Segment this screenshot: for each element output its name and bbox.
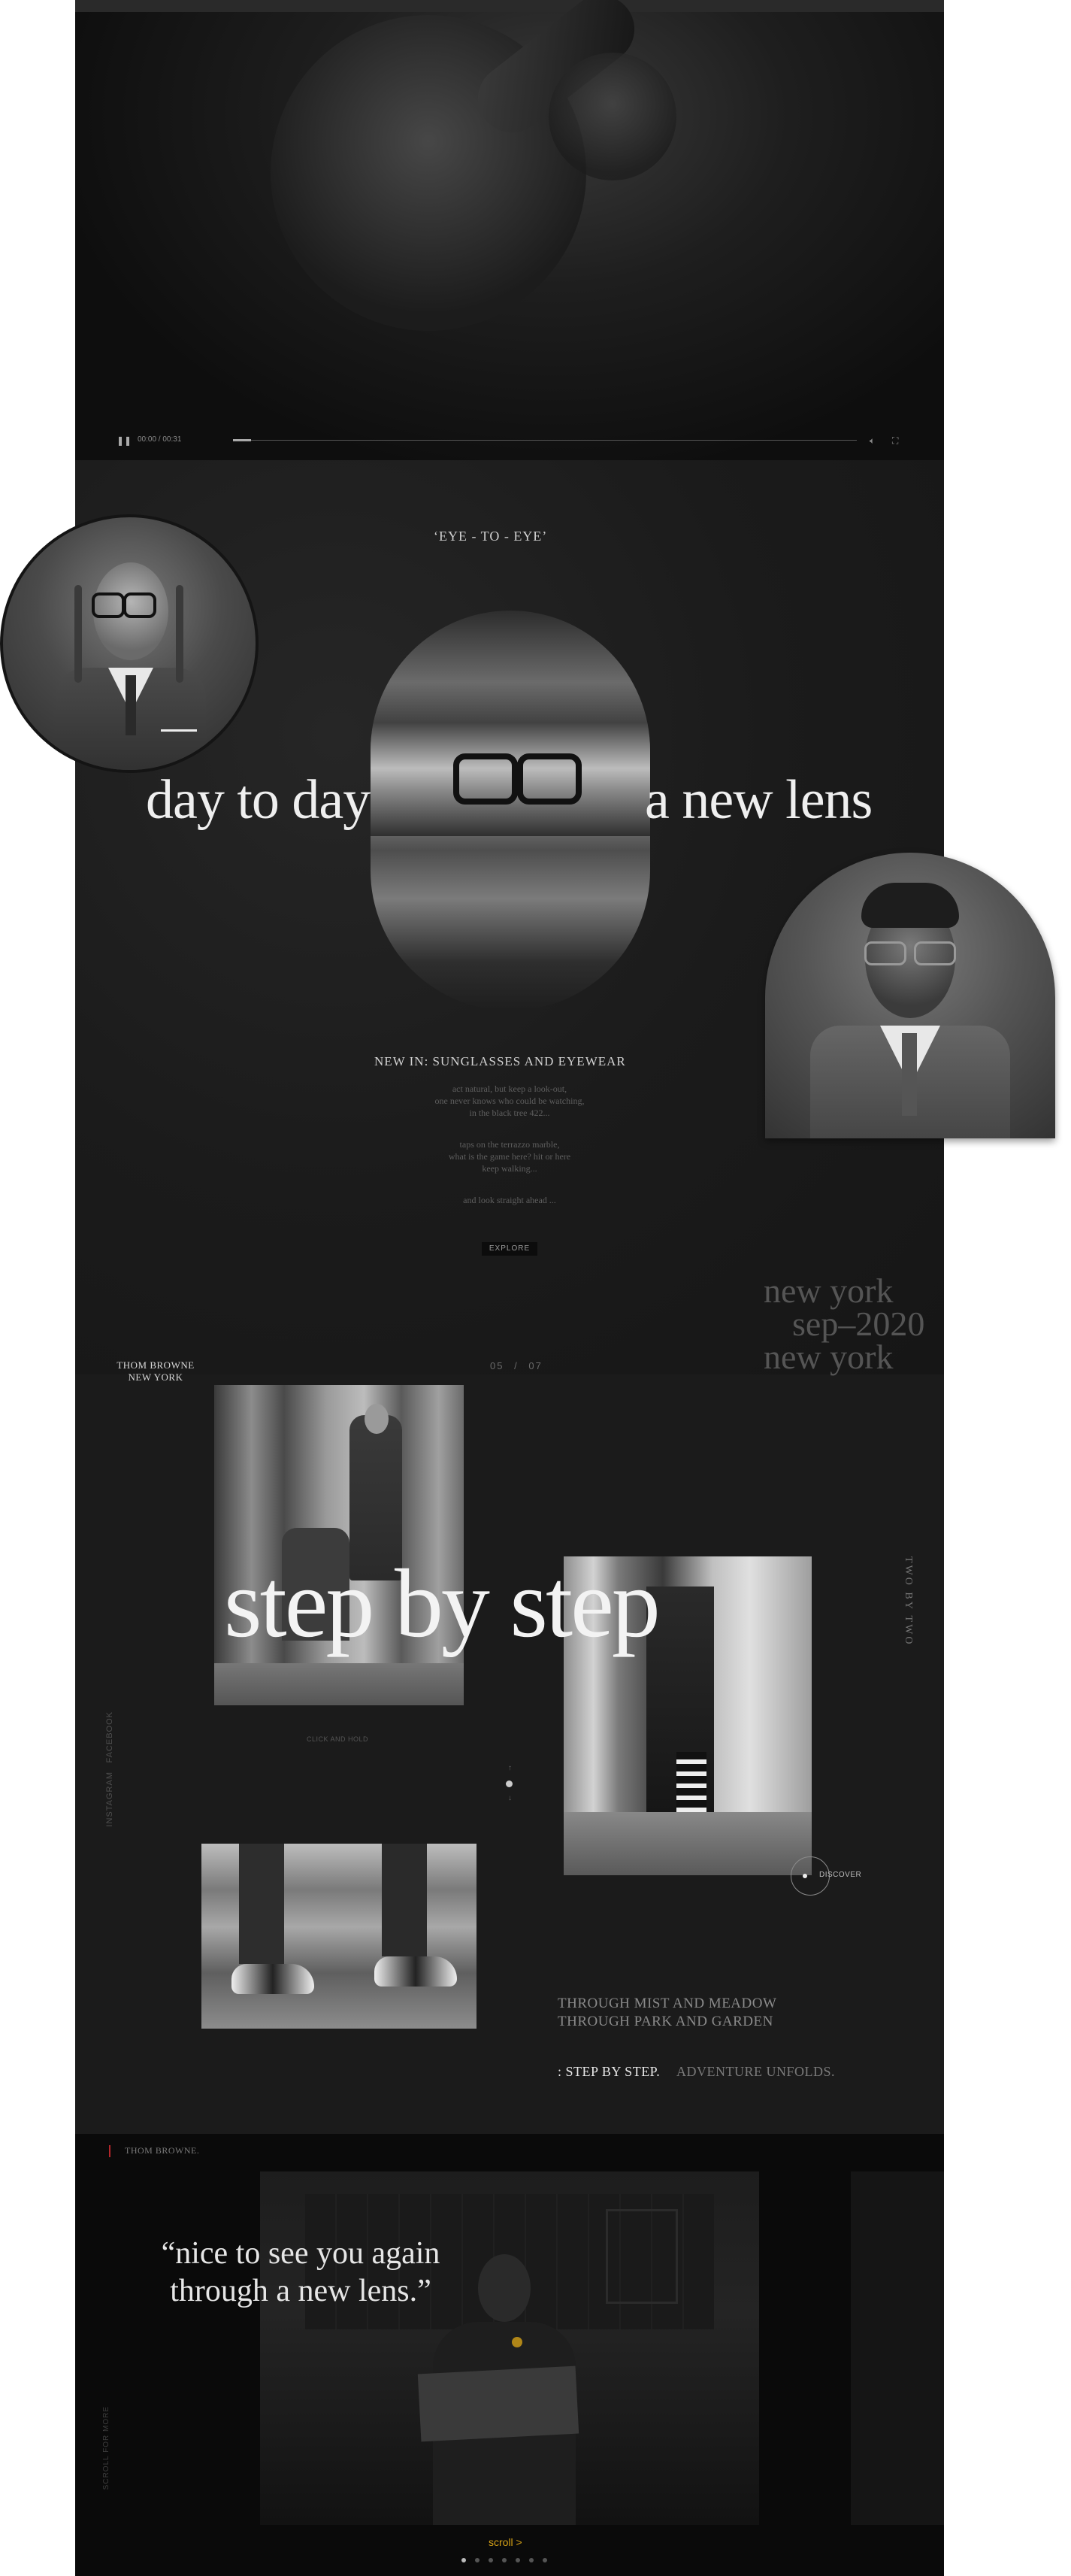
slide-dot[interactable] (475, 2558, 480, 2562)
gallery-headline: step by step (224, 1550, 661, 1658)
counter-current: 05 (490, 1360, 504, 1371)
slide-nav: ↑ ↓ (504, 1764, 516, 1806)
volume-icon[interactable]: 🔈︎ (870, 435, 875, 447)
figure-head (478, 2254, 531, 2322)
brand-line-2: NEW YORK (128, 1371, 183, 1383)
pocket-stripe (161, 729, 197, 732)
photo-floor (214, 1663, 464, 1705)
video-controls: ❚❚ 00:00 / 00:31 🔈︎ ⛶ (116, 433, 913, 447)
hero-top-strip (75, 0, 944, 12)
counter-separator: / (514, 1360, 519, 1371)
photo-figure-head (365, 1404, 389, 1434)
portrait-glasses-right (123, 592, 156, 618)
quote-line-1: “nice to see you again (161, 2236, 440, 2271)
portrait-man-arch (765, 853, 1055, 1138)
headline-left: day to day (146, 769, 371, 831)
gallery-photo-park[interactable] (201, 1844, 477, 2029)
click-hint: CLICK AND HOLD (307, 1735, 369, 1743)
nav-dot-icon[interactable] (506, 1780, 513, 1787)
arch-glasses-right (914, 941, 956, 965)
hero-video[interactable]: ❚❚ 00:00 / 00:31 🔈︎ ⛶ (75, 0, 944, 460)
brand-label: THOM BROWNE NEW YORK (111, 1359, 200, 1383)
brand-accent-bar (109, 2145, 110, 2157)
photo-pillar-floor (564, 1812, 812, 1875)
vertical-footer-caption: SCROLL FOR MORE (102, 2406, 110, 2490)
hero-hand (549, 53, 676, 180)
newspaper (417, 2365, 579, 2442)
poem-stanza-3: and look straight ahead ... (463, 1195, 556, 1205)
explore-button[interactable]: EXPLORE (482, 1242, 537, 1256)
video-time: 00:00 / 00:31 (138, 435, 182, 444)
slide-dot[interactable] (543, 2558, 547, 2562)
verse-line-1: THROUGH MIST AND MEADOW (558, 1996, 777, 2011)
headline-right: a new lens (645, 769, 873, 831)
discover-dot-icon (803, 1874, 807, 1878)
photo-shoe-left (231, 1964, 314, 1994)
arrow-down-icon[interactable]: ↓ (508, 1794, 512, 1802)
arch-tie (902, 1033, 917, 1116)
next-slide-peek[interactable] (851, 2171, 944, 2525)
slide-dot[interactable] (461, 2558, 466, 2562)
eyewear-oval-image (371, 611, 650, 1011)
section-title: NEW IN: SUNGLASSES AND EYEWEAR (374, 1054, 626, 1068)
arrow-up-icon[interactable]: ↑ (508, 1764, 512, 1772)
portrait-tie (126, 675, 136, 735)
window-frame (606, 2209, 678, 2304)
quote-background-video[interactable] (260, 2171, 759, 2525)
verse-line-2: THROUGH PARK AND GARDEN (558, 2014, 773, 2029)
poem-stanza-2: taps on the terrazzo marble, what is the… (359, 1138, 660, 1174)
footer-quote: “nice to see you again through a new len… (135, 2235, 466, 2310)
vertical-caption: TWO BY TWO (903, 1556, 914, 1647)
video-progress-fill (233, 439, 251, 441)
portrait-glasses-left (92, 592, 125, 618)
poem-line: one never knows who could be watching, (434, 1096, 585, 1106)
photo-shoe-right (374, 1956, 457, 1987)
slide-counter: 05 / 07 (490, 1360, 543, 1371)
oval-glasses-left (453, 753, 518, 805)
brand-line-1: THOM BROWNE (116, 1359, 195, 1371)
arch-hair (861, 883, 959, 928)
discover-label[interactable]: DISCOVER (819, 1871, 861, 1879)
portrait-braid-left (74, 585, 82, 683)
pause-icon[interactable]: ❚❚ (116, 435, 132, 446)
poem-line: taps on the terrazzo marble, (459, 1139, 560, 1150)
section-kicker: ‘EYE - TO - EYE’ (434, 529, 548, 544)
portrait-woman-circle (0, 514, 259, 773)
scroll-link[interactable]: scroll > (489, 2536, 522, 2548)
poem-line: keep walking... (482, 1163, 537, 1174)
slide-dot[interactable] (489, 2558, 493, 2562)
poem-line: in the black tree 422... (469, 1108, 550, 1118)
fullscreen-icon[interactable]: ⛶ (892, 435, 898, 447)
photo-trouser-right (382, 1844, 427, 1956)
poem-line: act natural, but keep a look-out, (452, 1083, 567, 1094)
slide-dots (457, 2553, 552, 2566)
tagline-muted: ADVENTURE UNFOLDS. (676, 2064, 835, 2079)
counter-total: 07 (528, 1360, 543, 1371)
quote-line-2: through a new lens.” (170, 2274, 431, 2308)
tagline-strong: : STEP BY STEP. (558, 2064, 661, 2079)
footer-brand: THOM BROWNE. (125, 2145, 200, 2156)
video-progress-track[interactable] (233, 440, 857, 441)
social-link[interactable]: FACEBOOK (105, 1711, 114, 1763)
social-link[interactable]: INSTAGRAM (105, 1771, 114, 1827)
portrait-braid-right (176, 585, 183, 683)
poem-stanza-1: act natural, but keep a look-out, one ne… (359, 1083, 660, 1119)
photo-trouser-left (239, 1844, 284, 1964)
slide-dot[interactable] (516, 2558, 520, 2562)
arch-glasses-left (864, 941, 906, 965)
slide-dot[interactable] (502, 2558, 507, 2562)
poem-line: what is the game here? hit or here (448, 1151, 571, 1162)
slide-dot[interactable] (529, 2558, 534, 2562)
location-line-3: new york (764, 1338, 894, 1376)
oval-glasses-right (517, 753, 582, 805)
tie-accent (512, 2337, 522, 2347)
